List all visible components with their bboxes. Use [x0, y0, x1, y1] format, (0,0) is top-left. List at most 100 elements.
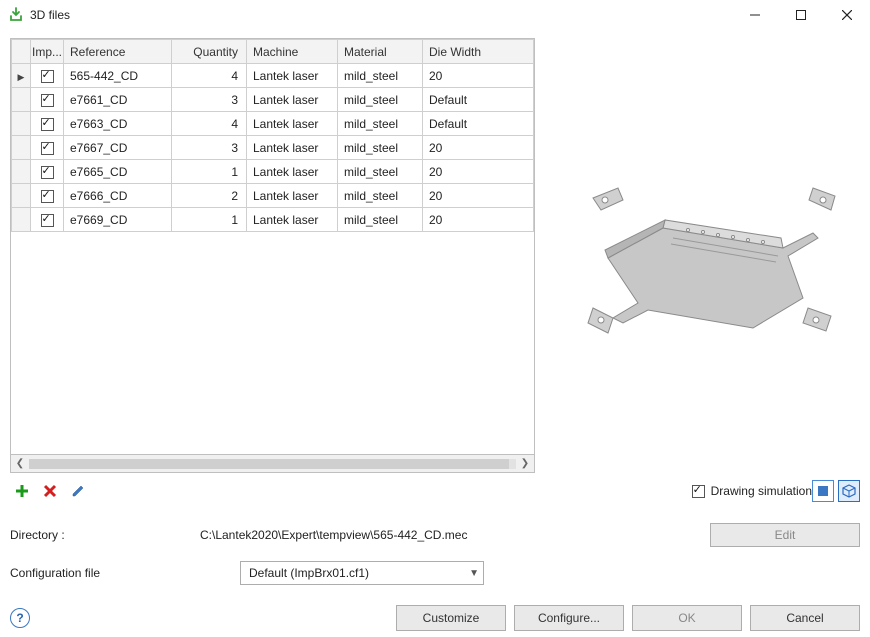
cell-reference[interactable]: e7666_CD	[64, 184, 172, 208]
cell-diewidth[interactable]: 20	[423, 136, 534, 160]
grid-panel: Imp... Reference Quantity Machine Materi…	[10, 38, 535, 473]
checkbox-icon	[41, 70, 54, 83]
checkbox-icon	[41, 214, 54, 227]
cell-quantity[interactable]: 1	[172, 160, 247, 184]
view-3d-button[interactable]	[838, 480, 860, 502]
col-header-quantity[interactable]: Quantity	[172, 40, 247, 64]
help-button[interactable]: ?	[10, 608, 30, 628]
scroll-left-icon[interactable]: ❮	[13, 458, 27, 469]
row-header[interactable]: ▶	[12, 64, 31, 88]
cell-material[interactable]: mild_steel	[338, 160, 423, 184]
table-row[interactable]: e7661_CD3Lantek lasermild_steelDefault	[12, 88, 534, 112]
cell-diewidth[interactable]: 20	[423, 208, 534, 232]
cell-diewidth[interactable]: 20	[423, 160, 534, 184]
cell-material[interactable]: mild_steel	[338, 136, 423, 160]
cell-machine[interactable]: Lantek laser	[247, 160, 338, 184]
cell-reference[interactable]: e7663_CD	[64, 112, 172, 136]
maximize-button[interactable]	[778, 0, 824, 30]
row-header[interactable]	[12, 160, 31, 184]
part-preview	[545, 128, 860, 378]
col-header-reference[interactable]: Reference	[64, 40, 172, 64]
edit-row-button[interactable]	[66, 479, 90, 503]
config-file-dropdown[interactable]: Default (ImpBrx01.cf1) ▼	[240, 561, 484, 585]
window-controls	[732, 0, 870, 30]
cell-material[interactable]: mild_steel	[338, 112, 423, 136]
cell-diewidth[interactable]: 20	[423, 184, 534, 208]
cell-quantity[interactable]: 3	[172, 136, 247, 160]
checkbox-icon	[41, 94, 54, 107]
directory-value: C:\Lantek2020\Expert\tempview\565-442_CD…	[200, 528, 710, 542]
cell-quantity[interactable]: 1	[172, 208, 247, 232]
app-icon	[8, 7, 24, 23]
view-2d-button[interactable]	[812, 480, 834, 502]
cell-import[interactable]	[31, 64, 64, 88]
table-row[interactable]: e7665_CD1Lantek lasermild_steel20	[12, 160, 534, 184]
cell-quantity[interactable]: 3	[172, 88, 247, 112]
row-header[interactable]	[12, 208, 31, 232]
cell-import[interactable]	[31, 208, 64, 232]
cell-quantity[interactable]: 4	[172, 64, 247, 88]
cell-machine[interactable]: Lantek laser	[247, 64, 338, 88]
cell-import[interactable]	[31, 88, 64, 112]
cell-import[interactable]	[31, 136, 64, 160]
config-file-label: Configuration file	[10, 566, 240, 580]
row-header[interactable]	[12, 136, 31, 160]
col-header-import[interactable]: Imp...	[31, 40, 64, 64]
row-header[interactable]	[12, 88, 31, 112]
cell-machine[interactable]: Lantek laser	[247, 208, 338, 232]
titlebar: 3D files	[0, 0, 870, 30]
cell-diewidth[interactable]: Default	[423, 88, 534, 112]
row-header[interactable]	[12, 112, 31, 136]
table-row[interactable]: e7666_CD2Lantek lasermild_steel20	[12, 184, 534, 208]
cell-material[interactable]: mild_steel	[338, 64, 423, 88]
cancel-button[interactable]: Cancel	[750, 605, 860, 631]
customize-button[interactable]: Customize	[396, 605, 506, 631]
row-pointer-icon: ▶	[18, 72, 25, 82]
cell-reference[interactable]: 565-442_CD	[64, 64, 172, 88]
table-row[interactable]: ▶ 565-442_CD4Lantek lasermild_steel20	[12, 64, 534, 88]
checkbox-icon	[41, 142, 54, 155]
cell-diewidth[interactable]: Default	[423, 112, 534, 136]
cell-machine[interactable]: Lantek laser	[247, 136, 338, 160]
checkbox-icon	[41, 166, 54, 179]
row-header[interactable]	[12, 184, 31, 208]
cell-diewidth[interactable]: 20	[423, 64, 534, 88]
grid-horizontal-scrollbar[interactable]: ❮ ❯	[10, 455, 535, 473]
cell-machine[interactable]: Lantek laser	[247, 88, 338, 112]
cell-material[interactable]: mild_steel	[338, 184, 423, 208]
cell-machine[interactable]: Lantek laser	[247, 184, 338, 208]
configure-button[interactable]: Configure...	[514, 605, 624, 631]
window-root: 3D files	[0, 0, 870, 637]
col-header-diewidth[interactable]: Die Width	[423, 40, 534, 64]
preview-panel	[545, 38, 860, 473]
ok-button[interactable]: OK	[632, 605, 742, 631]
data-grid[interactable]: Imp... Reference Quantity Machine Materi…	[10, 38, 535, 455]
cell-import[interactable]	[31, 184, 64, 208]
cell-material[interactable]: mild_steel	[338, 88, 423, 112]
cell-reference[interactable]: e7667_CD	[64, 136, 172, 160]
close-button[interactable]	[824, 0, 870, 30]
add-row-button[interactable]	[10, 479, 34, 503]
directory-label: Directory :	[10, 528, 200, 542]
cell-quantity[interactable]: 4	[172, 112, 247, 136]
drawing-simulation-checkbox[interactable]: Drawing simulation	[692, 484, 812, 498]
scroll-right-icon[interactable]: ❯	[518, 458, 532, 469]
table-row[interactable]: e7663_CD4Lantek lasermild_steelDefault	[12, 112, 534, 136]
cell-import[interactable]	[31, 160, 64, 184]
table-row[interactable]: e7667_CD3Lantek lasermild_steel20	[12, 136, 534, 160]
col-header-rowselector[interactable]	[12, 40, 31, 64]
col-header-machine[interactable]: Machine	[247, 40, 338, 64]
col-header-material[interactable]: Material	[338, 40, 423, 64]
checkbox-icon	[41, 118, 54, 131]
table-row[interactable]: e7669_CD1Lantek lasermild_steel20	[12, 208, 534, 232]
cell-quantity[interactable]: 2	[172, 184, 247, 208]
cell-import[interactable]	[31, 112, 64, 136]
cell-reference[interactable]: e7661_CD	[64, 88, 172, 112]
edit-directory-button[interactable]: Edit	[710, 523, 860, 547]
cell-reference[interactable]: e7665_CD	[64, 160, 172, 184]
cell-reference[interactable]: e7669_CD	[64, 208, 172, 232]
delete-row-button[interactable]	[38, 479, 62, 503]
minimize-button[interactable]	[732, 0, 778, 30]
cell-machine[interactable]: Lantek laser	[247, 112, 338, 136]
cell-material[interactable]: mild_steel	[338, 208, 423, 232]
